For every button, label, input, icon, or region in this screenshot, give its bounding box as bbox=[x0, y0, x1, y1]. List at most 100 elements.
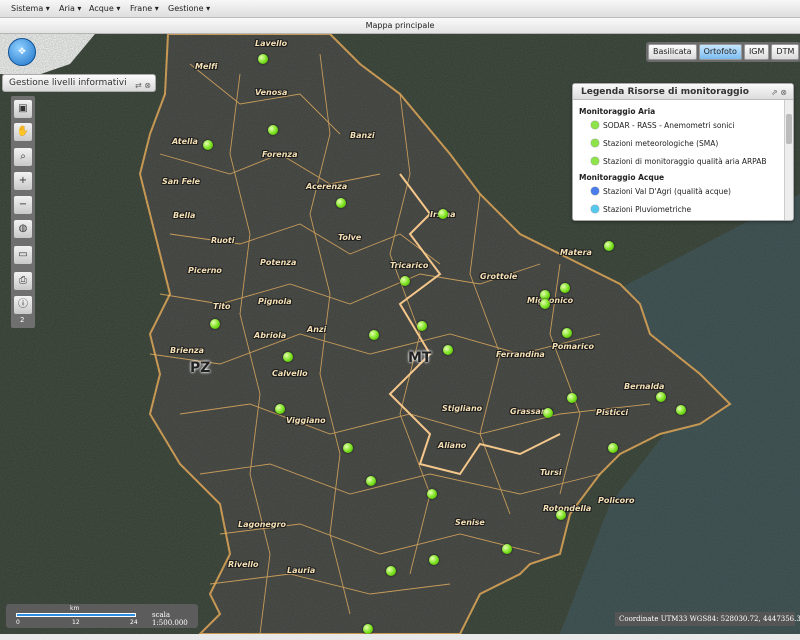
legend-body: Monitoraggio Aria SODAR - RASS - Anemome… bbox=[573, 100, 785, 220]
layer-button-basilicata[interactable]: Basilicata bbox=[648, 44, 697, 60]
station-marker[interactable] bbox=[567, 393, 577, 403]
legend-panel[interactable]: Legenda Risorse di monitoraggio ⇗ ⊗ Moni… bbox=[572, 83, 794, 221]
coordinate-readout: Coordinate UTM33 WGS84: 528030.72, 44473… bbox=[615, 612, 800, 626]
layer-button-ortofoto[interactable]: Ortofoto bbox=[698, 44, 742, 60]
scale-bar-graphic bbox=[16, 613, 136, 617]
layer-management-title: Gestione livelli informativi bbox=[9, 78, 127, 88]
legend-dot-icon bbox=[591, 157, 599, 165]
scale-tick-24: 24 bbox=[130, 619, 138, 626]
place-label-potenza: Potenza bbox=[260, 258, 297, 267]
menu-gestione[interactable]: Gestione ▾ bbox=[168, 4, 210, 13]
place-label-picerno: Picerno bbox=[188, 266, 222, 275]
menu-acque[interactable]: Acque ▾ bbox=[89, 4, 120, 13]
place-label-grottole: Grottole bbox=[480, 272, 518, 281]
legend-dot-icon bbox=[591, 121, 599, 129]
place-label-rivello: Rivello bbox=[228, 560, 259, 569]
station-marker[interactable] bbox=[363, 624, 373, 634]
legend-item[interactable]: SODAR - RASS - Anemometri sonici bbox=[591, 116, 779, 134]
station-marker[interactable] bbox=[560, 283, 570, 293]
layer-icon[interactable]: ▣ bbox=[14, 100, 32, 118]
place-label-tito: Tito bbox=[213, 302, 231, 311]
station-marker[interactable] bbox=[427, 489, 437, 499]
station-marker[interactable] bbox=[210, 319, 220, 329]
legend-item[interactable]: Stazioni Val D'Agri (qualità acque) bbox=[591, 182, 779, 200]
legend-item[interactable]: Stazioni meteorologiche (SMA) bbox=[591, 134, 779, 152]
place-label-banzi: Banzi bbox=[350, 131, 375, 140]
legend-item[interactable]: Stazioni Pluviometriche bbox=[591, 200, 779, 218]
station-marker[interactable] bbox=[366, 476, 376, 486]
legend-dot-icon bbox=[591, 205, 599, 213]
station-marker[interactable] bbox=[429, 555, 439, 565]
zoom-out-icon[interactable]: − bbox=[14, 196, 32, 214]
place-label-ferrandina: Ferrandina bbox=[496, 350, 545, 359]
station-marker[interactable] bbox=[438, 209, 448, 219]
place-label-bella: Bella bbox=[173, 211, 196, 220]
place-label-tursi: Tursi bbox=[540, 468, 562, 477]
ruler-icon[interactable]: ▭ bbox=[14, 246, 32, 264]
scale-unit: km bbox=[70, 605, 80, 612]
window-title: Mappa principale bbox=[0, 18, 800, 34]
pan-compass-control[interactable]: ✥ bbox=[8, 38, 36, 66]
place-label-forenza: Forenza bbox=[262, 150, 298, 159]
scale-tick-0: 0 bbox=[16, 619, 20, 626]
zoom-box-icon[interactable]: ⌕ bbox=[14, 148, 32, 166]
legend-controls-icon[interactable]: ⇗ ⊗ bbox=[771, 85, 787, 101]
layer-button-dtm[interactable]: DTM bbox=[771, 44, 800, 60]
menu-frane[interactable]: Frane ▾ bbox=[130, 4, 159, 13]
place-label-tricarico: Tricarico bbox=[390, 261, 429, 270]
station-marker[interactable] bbox=[417, 321, 427, 331]
place-label-miglionico: Miglionico bbox=[527, 296, 574, 305]
layer-management-panel[interactable]: Gestione livelli informativi ⇄ ⊗ bbox=[2, 74, 156, 92]
place-label-brienza: Brienza bbox=[170, 346, 204, 355]
station-marker[interactable] bbox=[604, 241, 614, 251]
place-label-ruoti: Ruoti bbox=[211, 236, 235, 245]
place-label-stigliano: Stigliano bbox=[442, 404, 483, 413]
station-marker[interactable] bbox=[283, 352, 293, 362]
map-toolbar: ▣ ✋ ⌕ + − ◍ ▭ ⎙ ⓘ 2 bbox=[11, 96, 35, 328]
print-icon[interactable]: ⎙ bbox=[14, 272, 32, 290]
legend-scroll-thumb[interactable] bbox=[786, 114, 792, 144]
pan-hand-icon[interactable]: ✋ bbox=[14, 123, 32, 141]
panel-controls-icon[interactable]: ⇄ ⊗ bbox=[135, 77, 151, 94]
station-marker[interactable] bbox=[543, 408, 553, 418]
legend-header: Legenda Risorse di monitoraggio ⇗ ⊗ bbox=[573, 84, 793, 100]
menu-sistema[interactable]: Sistema ▾ bbox=[11, 4, 50, 13]
legend-scrollbar[interactable] bbox=[784, 100, 793, 220]
station-marker[interactable] bbox=[608, 443, 618, 453]
legend-item-label: Stazioni di monitoraggio qualità aria AR… bbox=[603, 156, 767, 166]
legend-item-label: Stazioni Pluviometriche bbox=[603, 204, 692, 214]
station-marker[interactable] bbox=[343, 443, 353, 453]
place-label-melfi: Melfi bbox=[195, 62, 218, 71]
scale-ratio: scala 1:500.000 bbox=[152, 611, 188, 627]
place-label-pomarico: Pomarico bbox=[552, 342, 595, 351]
place-label-matera: Matera bbox=[560, 248, 592, 257]
station-marker[interactable] bbox=[443, 345, 453, 355]
station-marker[interactable] bbox=[258, 54, 268, 64]
station-marker[interactable] bbox=[562, 328, 572, 338]
place-label-san-fele: San Fele bbox=[162, 177, 201, 186]
place-label-viggiano: Viggiano bbox=[286, 416, 326, 425]
station-marker[interactable] bbox=[540, 299, 550, 309]
province-label-pz: PZ bbox=[190, 360, 211, 376]
station-marker[interactable] bbox=[203, 140, 213, 150]
station-marker[interactable] bbox=[400, 276, 410, 286]
station-marker[interactable] bbox=[676, 405, 686, 415]
place-label-lauria: Lauria bbox=[287, 566, 316, 575]
station-marker[interactable] bbox=[336, 198, 346, 208]
layer-button-igm[interactable]: IGM bbox=[743, 44, 770, 60]
menu-aria[interactable]: Aria ▾ bbox=[59, 4, 81, 13]
station-marker[interactable] bbox=[369, 330, 379, 340]
menu-bar: Sistema ▾ Aria ▾ Acque ▾ Frane ▾ Gestion… bbox=[0, 0, 800, 18]
station-marker[interactable] bbox=[556, 510, 566, 520]
zoom-in-icon[interactable]: + bbox=[14, 172, 32, 190]
info-icon[interactable]: ⓘ bbox=[14, 296, 32, 314]
place-label-lavello: Lavello bbox=[255, 39, 288, 48]
legend-item[interactable]: Stazioni di monitoraggio qualità aria AR… bbox=[591, 152, 779, 170]
globe-icon[interactable]: ◍ bbox=[14, 220, 32, 238]
station-marker[interactable] bbox=[275, 404, 285, 414]
station-marker[interactable] bbox=[502, 544, 512, 554]
station-marker[interactable] bbox=[656, 392, 666, 402]
station-marker[interactable] bbox=[268, 125, 278, 135]
base-layer-switcher: Basilicata Ortofoto IGM DTM bbox=[646, 42, 800, 62]
station-marker[interactable] bbox=[386, 566, 396, 576]
